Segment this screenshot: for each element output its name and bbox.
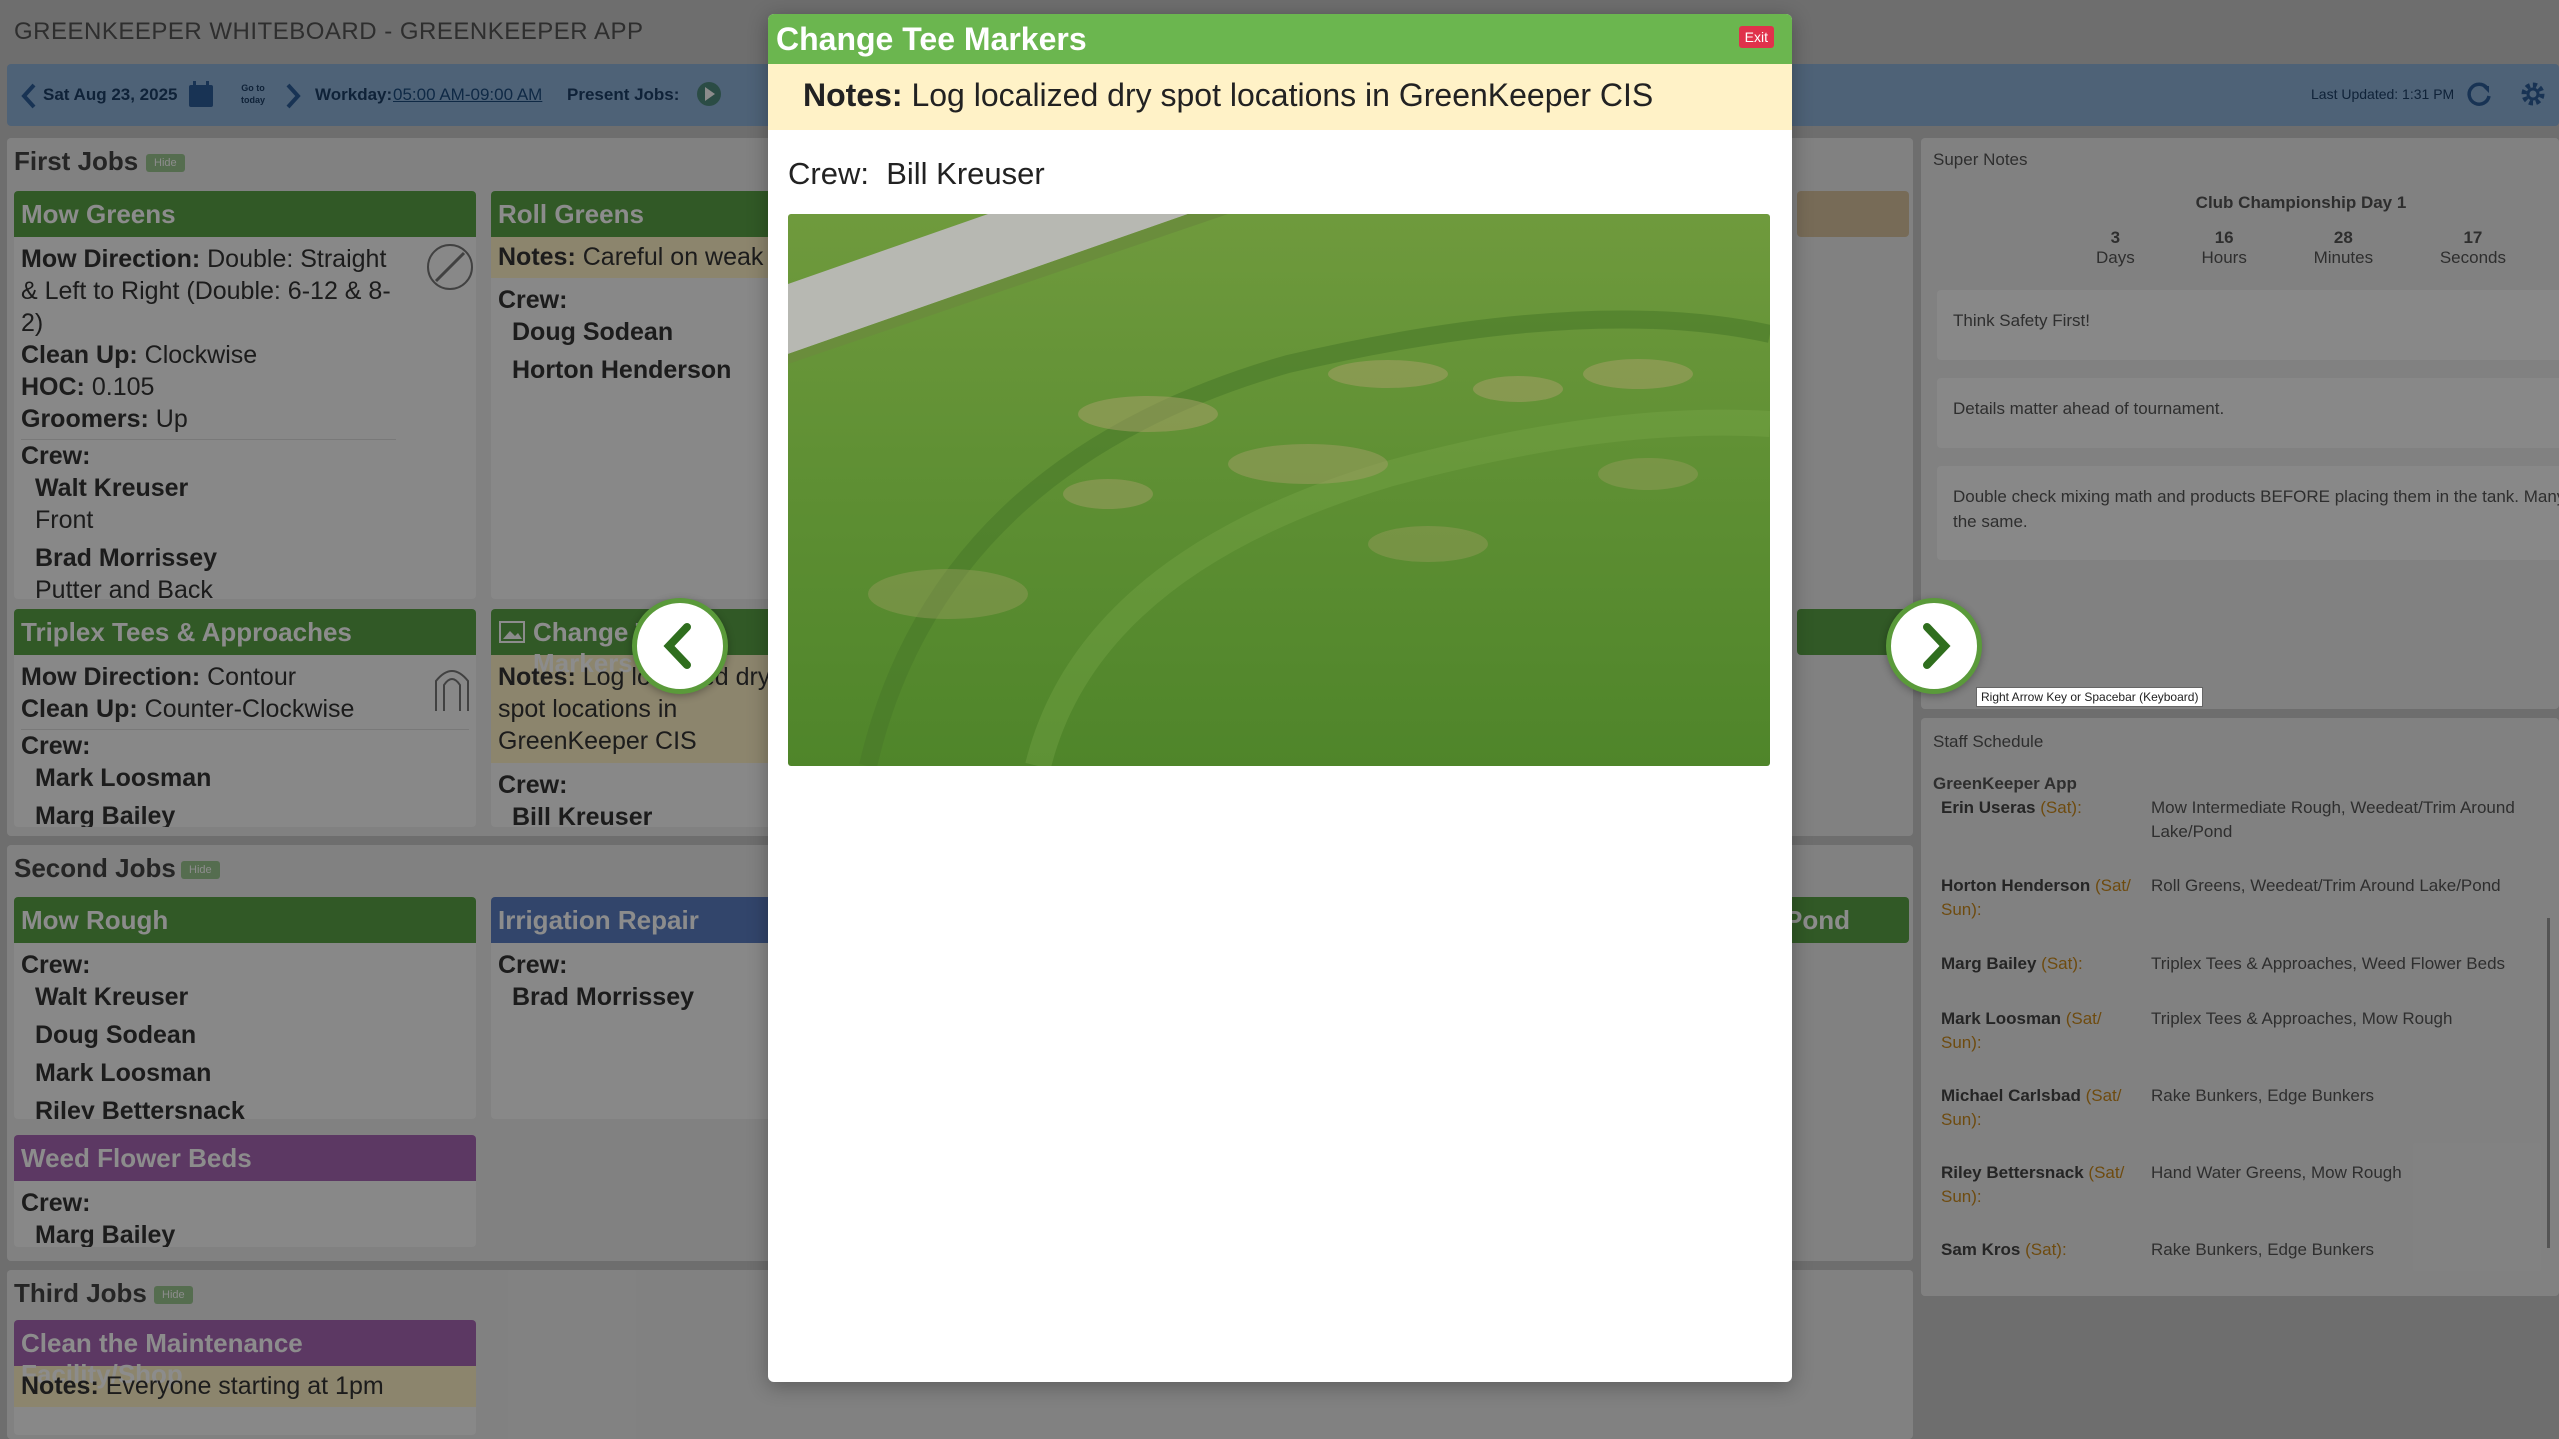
modal-notes: Notes: Log localized dry spot locations … <box>768 64 1792 130</box>
chevron-right-icon <box>1923 623 1951 669</box>
modal-crew: Crew: Bill Kreuser <box>788 156 1045 191</box>
chevron-left-icon <box>663 623 691 669</box>
modal-title: Change Tee Markers <box>768 14 1792 64</box>
exit-button[interactable]: Exit <box>1738 26 1774 48</box>
job-photo <box>788 214 1770 766</box>
job-detail-modal: Change Tee Markers Exit Notes: Log local… <box>768 14 1792 1382</box>
next-arrow-button[interactable] <box>1886 598 1982 694</box>
previous-arrow-button[interactable] <box>632 598 728 694</box>
tooltip: Right Arrow Key or Spacebar (Keyboard) <box>1976 687 2204 707</box>
